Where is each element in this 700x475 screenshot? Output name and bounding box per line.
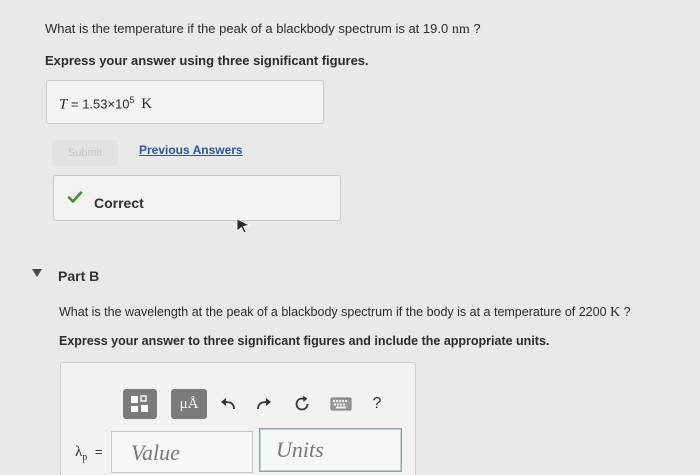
mouse-cursor-icon — [236, 218, 250, 234]
submit-button[interactable]: Submit — [52, 140, 118, 166]
correct-feedback-box: Correct — [53, 175, 341, 221]
answer-unit: K — [141, 96, 153, 113]
units-placeholder: Units — [276, 437, 324, 462]
collapse-caret-icon[interactable] — [31, 268, 43, 278]
part-a-answer-box: T = 1.53×105 K — [46, 80, 324, 124]
units-input[interactable]: Units — [259, 428, 402, 472]
lambda-subscript: p — [82, 452, 88, 463]
answer-exponent: 5 — [129, 95, 135, 105]
question-text: What is the temperature if the peak of a… — [45, 21, 449, 36]
question-mark: ? — [623, 305, 631, 319]
reset-button[interactable] — [289, 389, 315, 419]
part-b-instruction: Express your answer to three significant… — [59, 334, 550, 348]
templates-icon — [131, 395, 148, 412]
keyboard-button[interactable] — [327, 389, 355, 419]
question-unit: K — [610, 305, 621, 320]
question-unit: nm — [451, 22, 470, 37]
keyboard-icon — [330, 397, 352, 411]
value-placeholder: Value — [131, 440, 180, 465]
answer-expression: T = 1.53×105 K — [59, 95, 152, 113]
question-mark: ? — [473, 21, 481, 36]
part-b-title[interactable]: Part B — [58, 268, 99, 284]
redo-icon — [257, 398, 271, 410]
undo-button[interactable] — [215, 389, 241, 419]
correct-label: Correct — [94, 195, 144, 211]
redo-button[interactable] — [251, 389, 277, 419]
help-button[interactable]: ? — [365, 389, 389, 419]
answer-equals: = — [70, 96, 79, 112]
lambda-label: λp = — [75, 444, 103, 463]
templates-button[interactable] — [123, 389, 157, 419]
lambda-equals: = — [95, 444, 103, 459]
undo-icon — [221, 398, 235, 410]
answer-mantissa: 1.53×10 — [82, 96, 130, 112]
part-a-instruction: Express your answer using three signific… — [45, 53, 369, 68]
part-b-question: What is the wavelength at the peak of a … — [59, 305, 631, 321]
check-icon — [67, 191, 83, 203]
units-button[interactable]: μÅ — [171, 389, 207, 419]
previous-answers-link[interactable]: Previous Answers — [139, 143, 243, 157]
part-a-question: What is the temperature if the peak of a… — [45, 21, 481, 38]
value-input[interactable]: Value — [111, 431, 253, 473]
answer-variable: T — [59, 96, 68, 113]
question-text: What is the wavelength at the peak of a … — [59, 305, 607, 319]
reset-icon — [295, 395, 309, 411]
